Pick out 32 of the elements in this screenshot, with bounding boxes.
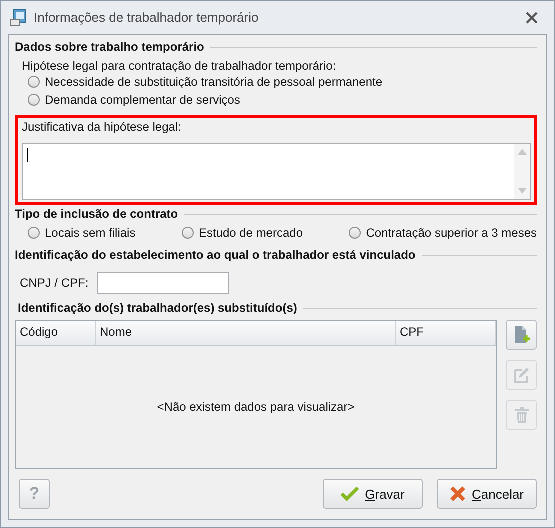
section-title: Identificação do estabelecimento ao qual o trabalhador está vinculado (15, 248, 416, 262)
radio-option[interactable]: Contratação superior a 3 meses (349, 224, 537, 242)
field-label: Justificativa da hipótese legal: (22, 120, 182, 136)
cnpj-field[interactable] (96, 272, 229, 294)
window-title: Informações de trabalhador temporário (34, 10, 260, 25)
check-icon (341, 487, 360, 501)
save-button[interactable]: Gravar (323, 479, 423, 509)
section-title: Identificação do(s) trabalhador(es) substituído(s) (18, 301, 298, 315)
new-document-icon (512, 325, 530, 345)
text-area[interactable] (22, 143, 531, 200)
section-title: Dados sobre trabalho temporário (15, 40, 204, 54)
close-icon[interactable] (525, 12, 539, 24)
scrollbar[interactable] (514, 144, 530, 199)
cancel-button[interactable]: Cancelar (437, 479, 537, 509)
column-header[interactable]: CPF (396, 321, 496, 345)
add-button[interactable] (506, 320, 537, 350)
edit-icon (512, 366, 530, 384)
trash-icon (514, 406, 530, 424)
radio-option[interactable]: Estudo de mercado (182, 224, 303, 242)
radio-option[interactable]: Locais sem filiais (28, 224, 136, 242)
empty-message: <Não existem dados para visualizar> (157, 400, 355, 414)
column-header[interactable]: Nome (96, 321, 396, 345)
cross-icon (450, 486, 466, 502)
column-header[interactable]: Código (16, 321, 96, 345)
field-label: Hipótese legal para contratação de trabalhador temporário: (22, 59, 338, 73)
scroll-down-icon[interactable] (518, 188, 526, 194)
scroll-up-icon[interactable] (518, 149, 526, 155)
id-card-icon (10, 8, 28, 26)
radio-option[interactable]: Demanda complementar de serviços (28, 91, 240, 109)
field-label: CNPJ / CPF: (20, 276, 89, 290)
section-title: Tipo de inclusão de contrato (15, 207, 178, 221)
radio-option[interactable]: Necessidade de substituição transitória de pessoal permanente (28, 73, 383, 91)
